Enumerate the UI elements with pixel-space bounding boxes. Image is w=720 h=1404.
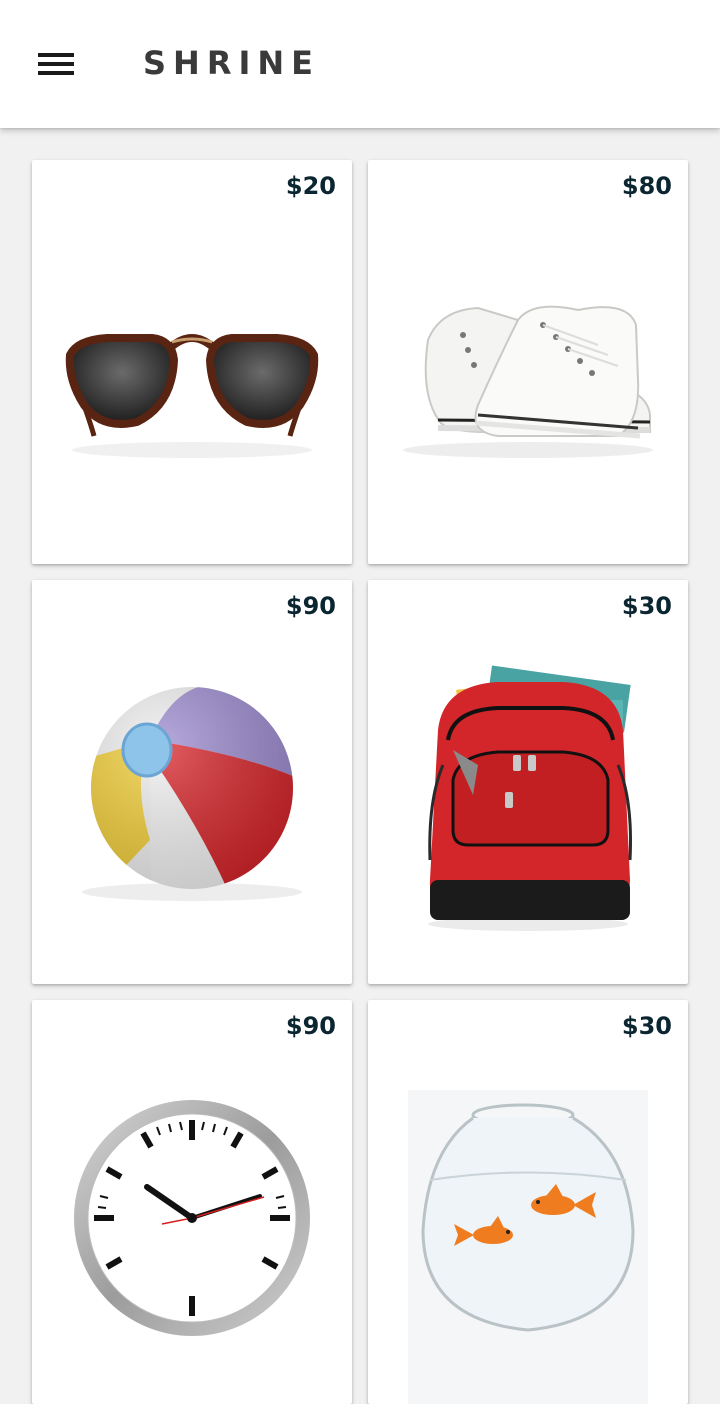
- product-card-backpack[interactable]: $30: [368, 580, 688, 984]
- product-card-fishbowl[interactable]: $30: [368, 1000, 688, 1404]
- backpack-image: [428, 665, 632, 931]
- product-price: $30: [621, 592, 672, 620]
- beach-ball-image: [82, 687, 302, 901]
- product-card-beach-ball[interactable]: $90: [32, 580, 352, 984]
- app-bar: SHRINE: [0, 0, 720, 128]
- app-title: SHRINE: [143, 44, 321, 82]
- sunglasses-image: [65, 334, 319, 458]
- menu-button[interactable]: [22, 34, 90, 94]
- product-card-sunglasses[interactable]: $20: [32, 160, 352, 564]
- sneakers-image: [403, 305, 653, 458]
- product-price: $90: [285, 592, 336, 620]
- product-price: $90: [285, 1012, 336, 1040]
- menu-icon-line: [38, 62, 74, 66]
- product-price: $80: [621, 172, 672, 200]
- product-card-wall-clock[interactable]: $90: [32, 1000, 352, 1404]
- product-price: $20: [285, 172, 336, 200]
- product-card-sneakers[interactable]: $80: [368, 160, 688, 564]
- fishbowl-image: [408, 1090, 648, 1404]
- menu-icon-line: [38, 71, 74, 75]
- wall-clock-image: [74, 1100, 310, 1336]
- product-price: $30: [621, 1012, 672, 1040]
- menu-icon-line: [38, 53, 74, 57]
